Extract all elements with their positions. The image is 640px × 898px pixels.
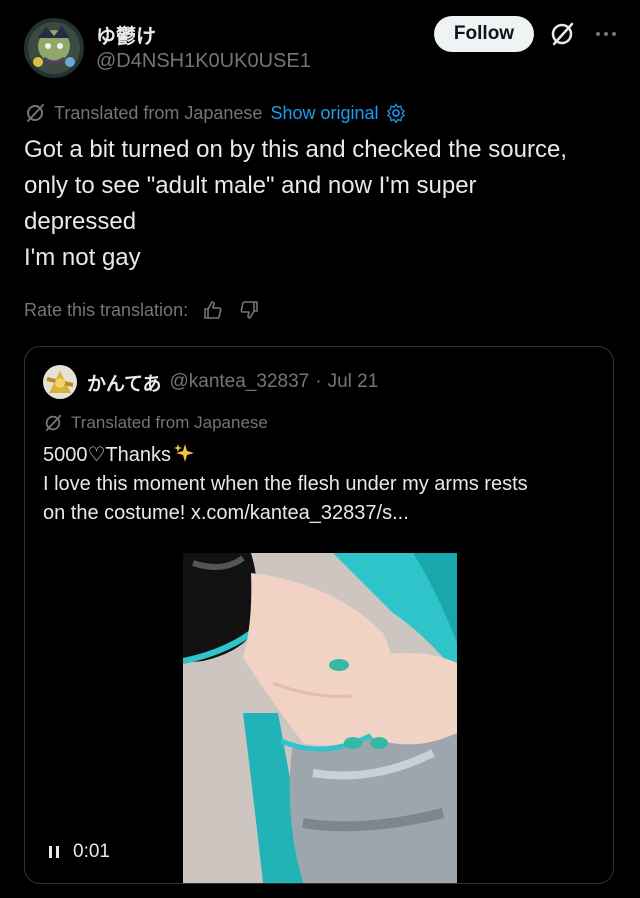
video-timestamp: 0:01 <box>47 841 110 863</box>
quoted-post-text: 5000♡Thanks I love this moment when the … <box>43 441 603 528</box>
quoted-translation-label: Translated from Japanese <box>71 413 268 432</box>
quoted-text-line-2: I love this moment when the flesh under … <box>43 473 528 495</box>
follow-button[interactable]: Follow <box>434 16 534 52</box>
grok-icon[interactable] <box>548 20 576 48</box>
pause-icon[interactable] <box>47 844 61 860</box>
quoted-text-thanks: 5000♡Thanks <box>43 444 172 466</box>
show-original-link[interactable]: Show original <box>270 103 378 124</box>
more-icon[interactable] <box>592 20 620 48</box>
video-player[interactable] <box>183 553 457 883</box>
rate-translation: Rate this translation: <box>24 296 260 324</box>
quoted-text-line-3[interactable]: on the costume! x.com/kantea_32837/s... <box>43 499 603 528</box>
video-time-label: 0:01 <box>73 841 110 862</box>
thumbs-up-icon[interactable] <box>202 299 224 321</box>
quoted-text-line-1: 5000♡Thanks <box>43 441 603 470</box>
quoted-post[interactable]: かんてあ @kantea_32837 · Jul 21 Translated f… <box>24 346 614 884</box>
gear-icon[interactable] <box>385 102 407 124</box>
translation-notice: Translated from Japanese Show original <box>24 100 407 126</box>
post-page: ゆ鬱け @D4NSH1K0UK0USE1 Follow Translated f… <box>0 0 640 898</box>
author-display-name[interactable]: ゆ鬱け <box>96 20 156 49</box>
quoted-author-avatar[interactable] <box>43 365 77 399</box>
quoted-translation-notice: Translated from Japanese <box>43 411 268 435</box>
rate-translation-label: Rate this translation: <box>24 299 189 320</box>
post-text: Got a bit turned on by this and checked … <box>24 136 567 271</box>
separator-dot: · <box>315 371 322 392</box>
thumbs-down-icon[interactable] <box>238 299 260 321</box>
grok-translate-icon <box>45 414 62 432</box>
quoted-display-name[interactable]: かんてあ <box>87 369 161 396</box>
author-handle[interactable]: @D4NSH1K0UK0USE1 <box>96 50 311 73</box>
sparkles-icon <box>174 444 195 462</box>
grok-translate-icon <box>27 104 44 122</box>
author-avatar[interactable] <box>24 18 84 78</box>
quoted-date[interactable]: Jul 21 <box>328 371 379 393</box>
video-frame <box>183 553 457 883</box>
quoted-post-header: かんてあ @kantea_32837 · Jul 21 <box>43 365 378 399</box>
quoted-handle[interactable]: @kantea_32837 <box>169 371 309 393</box>
translation-label: Translated from Japanese <box>54 102 263 123</box>
quoted-avatar-image <box>43 365 77 399</box>
avatar-image <box>24 18 84 78</box>
